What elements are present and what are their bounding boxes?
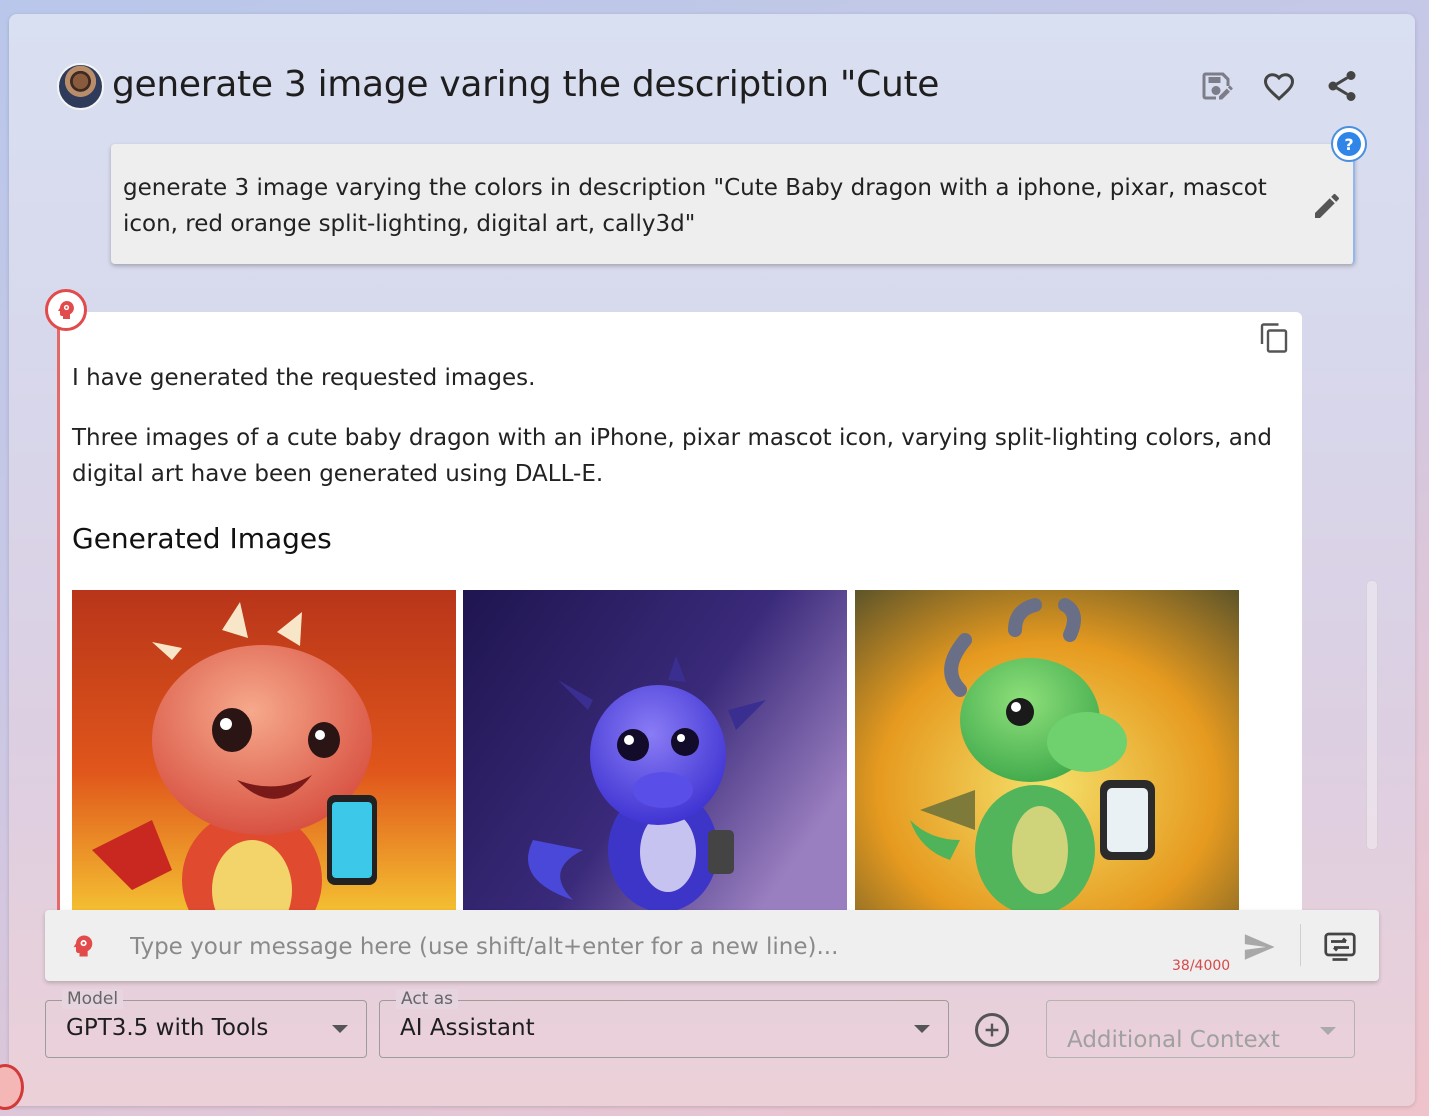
model-select[interactable]: Model GPT3.5 with Tools [45, 989, 367, 1058]
message-input[interactable] [128, 930, 1212, 964]
model-value: GPT3.5 with Tools [66, 1015, 269, 1041]
ai-paragraph-1: I have generated the requested images. [72, 365, 536, 391]
message-composer: 38/4000 [45, 910, 1379, 981]
send-icon[interactable] [1242, 930, 1276, 964]
user-message: generate 3 image varying the colors in d… [111, 144, 1355, 264]
save-icon[interactable] [1198, 68, 1234, 104]
ai-assistant-badge [45, 289, 87, 331]
help-badge[interactable]: ? [1331, 126, 1367, 162]
chat-title: generate 3 image varing the description … [112, 64, 940, 105]
ai-paragraph-2: Three images of a cute baby dragon with … [72, 425, 1272, 487]
composer-divider [1300, 924, 1301, 966]
copy-icon[interactable] [1256, 320, 1292, 356]
chevron-down-icon [332, 1025, 348, 1033]
user-avatar [57, 63, 104, 110]
input-mode-icon[interactable] [1322, 928, 1358, 964]
act-as-select[interactable]: Act as AI Assistant [379, 989, 949, 1058]
chevron-down-icon [1320, 1027, 1336, 1035]
assistant-head-icon [69, 932, 97, 960]
additional-context-select[interactable]: Additional Context [1046, 1000, 1355, 1058]
add-context-button[interactable] [975, 1013, 1009, 1047]
model-label: Model [62, 989, 124, 1009]
scrollbar[interactable] [1366, 580, 1378, 850]
share-icon[interactable] [1324, 68, 1360, 104]
heart-icon[interactable] [1261, 68, 1297, 104]
generated-image-2[interactable] [463, 590, 847, 910]
additional-context-label: Additional Context [1067, 1027, 1280, 1053]
character-counter: 38/4000 [1172, 958, 1231, 974]
ai-head-icon [58, 301, 74, 319]
act-as-value: AI Assistant [400, 1015, 535, 1041]
generated-images-heading: Generated Images [72, 522, 332, 555]
ai-message: I have generated the requested images. T… [60, 312, 1302, 910]
generated-image-3[interactable] [855, 590, 1239, 910]
generated-image-1[interactable] [72, 590, 456, 910]
chevron-down-icon [914, 1025, 930, 1033]
plus-icon [985, 1023, 999, 1037]
question-icon: ? [1337, 132, 1361, 156]
act-as-label: Act as [396, 989, 459, 1009]
edit-icon[interactable] [1311, 190, 1343, 222]
user-message-text: generate 3 image varying the colors in d… [123, 175, 1267, 237]
